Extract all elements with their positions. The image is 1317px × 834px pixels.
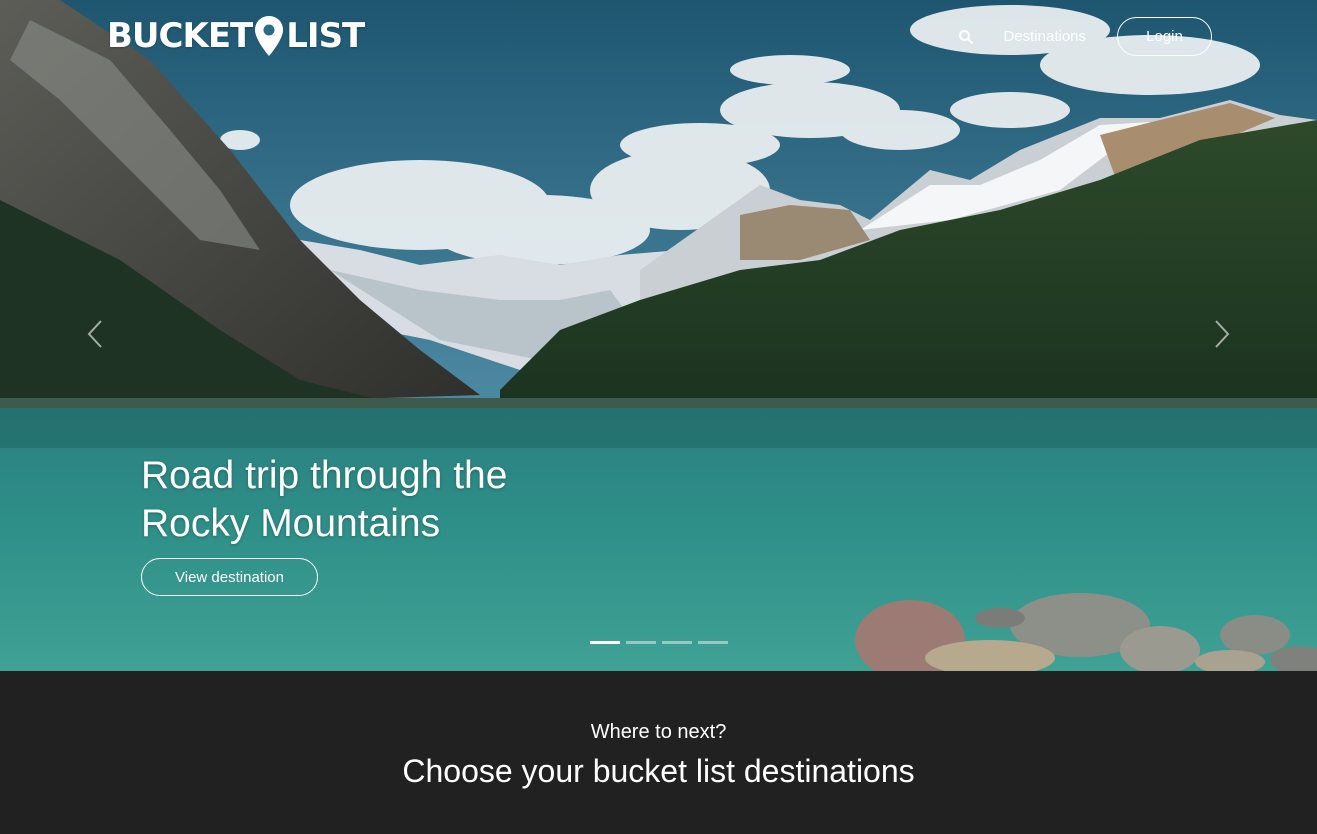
slide-caption: Road trip through the Rocky Mountains Vi…: [141, 452, 581, 596]
carousel-indicator-2[interactable]: [626, 641, 656, 644]
logo-text-list: LIST: [286, 16, 365, 56]
slide-title: Road trip through the Rocky Mountains: [141, 454, 508, 545]
section-kicker: Where to next?: [590, 721, 727, 743]
location-pin-icon: [255, 16, 284, 56]
chevron-right-icon[interactable]: [1212, 318, 1232, 350]
search-icon[interactable]: [957, 28, 975, 46]
login-button[interactable]: Login: [1117, 17, 1212, 56]
carousel-indicators: [590, 641, 728, 644]
carousel-indicator-4[interactable]: [698, 641, 728, 644]
nav-destinations-link[interactable]: Destinations: [1003, 28, 1086, 45]
hero-carousel: BUCKET LIST Destinations Login Road trip…: [0, 0, 1317, 671]
section-heading: Choose your bucket list destinations: [402, 753, 915, 789]
logo[interactable]: BUCKET LIST: [107, 14, 365, 58]
carousel-indicator-3[interactable]: [662, 641, 692, 644]
chevron-left-icon[interactable]: [85, 318, 105, 350]
carousel-indicator-1[interactable]: [590, 641, 620, 644]
view-destination-button[interactable]: View destination: [141, 558, 318, 596]
logo-text-bucket: BUCKET: [107, 16, 253, 56]
top-nav: Destinations Login: [957, 17, 1212, 56]
destinations-intro: Where to next? Choose your bucket list d…: [0, 671, 1317, 834]
